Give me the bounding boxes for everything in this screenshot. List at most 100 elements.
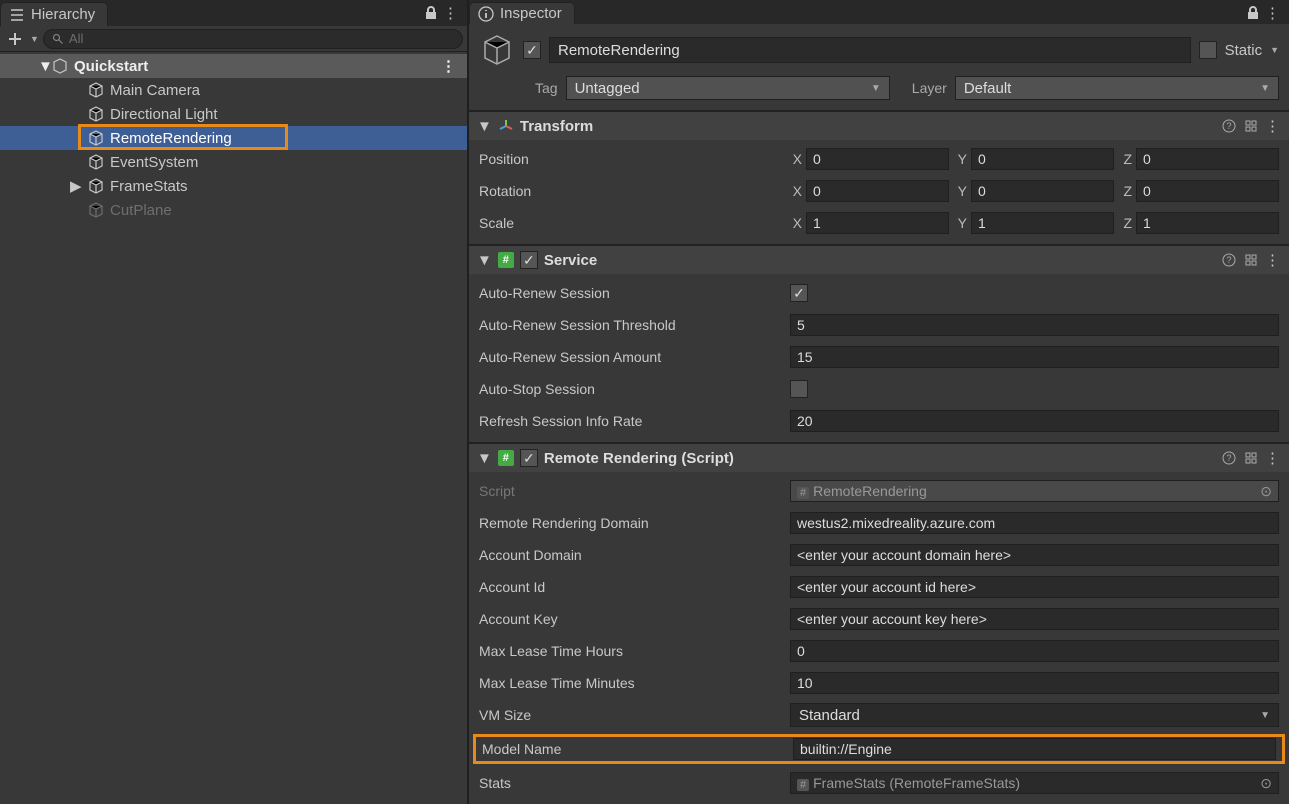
inspector-header: Static ▼ Tag Untagged▼ Layer Default▼ (469, 24, 1289, 110)
lease-minutes-input[interactable]: 10 (790, 672, 1279, 694)
refresh-input[interactable]: 20 (790, 410, 1279, 432)
add-dropdown-icon[interactable]: ▼ (30, 34, 39, 44)
transform-header[interactable]: ▼ Transform ? ⋮ (469, 112, 1289, 140)
hierarchy-panel: Hierarchy ⋮ ▼ All ▼ Quickstart ⋮ Main Ca… (0, 0, 469, 804)
script-icon: # (498, 450, 514, 466)
service-header[interactable]: ▼ # Service ? ⋮ (469, 246, 1289, 274)
rotation-x-input[interactable]: 0 (806, 180, 949, 202)
tag-dropdown[interactable]: Untagged▼ (566, 76, 890, 100)
preset-icon[interactable] (1243, 252, 1259, 268)
component-menu-icon[interactable]: ⋮ (1265, 117, 1281, 135)
script-field[interactable]: #RemoteRendering⊙ (790, 480, 1279, 502)
stats-field[interactable]: #FrameStats (RemoteFrameStats)⊙ (790, 772, 1279, 794)
transform-icon (498, 118, 514, 134)
account-key-input[interactable]: <enter your account key here> (790, 608, 1279, 630)
position-y-input[interactable]: 0 (971, 148, 1114, 170)
hierarchy-item[interactable]: Main Camera (0, 78, 467, 102)
inspector-tab[interactable]: Inspector (469, 2, 575, 24)
inspector-tab-label: Inspector (500, 5, 562, 22)
help-icon[interactable]: ? (1221, 252, 1237, 268)
static-dropdown-icon[interactable]: ▼ (1270, 45, 1279, 55)
item-label: Directional Light (110, 106, 218, 123)
transform-component: ▼ Transform ? ⋮ Position X0 Y0 Z0 Rotati… (469, 110, 1289, 244)
threshold-input[interactable]: 5 (790, 314, 1279, 336)
foldout-icon[interactable]: ▼ (477, 118, 492, 135)
foldout-icon[interactable]: ▼ (477, 252, 492, 269)
search-placeholder: All (69, 31, 83, 46)
gameobject-icon (88, 82, 104, 98)
lock-icon[interactable] (423, 5, 439, 21)
foldout-icon[interactable]: ▶ (70, 177, 82, 195)
domain-input[interactable]: westus2.mixedreality.azure.com (790, 512, 1279, 534)
component-enabled-checkbox[interactable] (520, 251, 538, 269)
vm-size-dropdown[interactable]: Standard▼ (790, 703, 1279, 727)
static-checkbox[interactable] (1199, 41, 1217, 59)
script-icon: # (498, 252, 514, 268)
service-title: Service (544, 252, 1215, 269)
add-icon[interactable] (4, 31, 26, 47)
rotation-z-input[interactable]: 0 (1136, 180, 1279, 202)
scene-menu-icon[interactable]: ⋮ (441, 57, 457, 75)
hierarchy-item[interactable]: ▶ FrameStats (0, 174, 467, 198)
rotation-y-input[interactable]: 0 (971, 180, 1114, 202)
tag-label: Tag (535, 80, 558, 96)
hierarchy-item[interactable]: CutPlane (0, 198, 467, 222)
remote-rendering-header[interactable]: ▼ # Remote Rendering (Script) ? ⋮ (469, 444, 1289, 472)
hierarchy-tab[interactable]: Hierarchy (0, 2, 108, 26)
object-picker-icon[interactable]: ⊙ (1260, 483, 1272, 500)
item-label: FrameStats (110, 178, 188, 195)
lease-hours-input[interactable]: 0 (790, 640, 1279, 662)
auto-stop-checkbox[interactable] (790, 380, 808, 398)
scale-z-input[interactable]: 1 (1136, 212, 1279, 234)
kebab-icon[interactable]: ⋮ (443, 5, 459, 21)
amount-input[interactable]: 15 (790, 346, 1279, 368)
kebab-icon[interactable]: ⋮ (1265, 5, 1281, 21)
hierarchy-tab-bar: Hierarchy ⋮ (0, 0, 467, 26)
active-checkbox[interactable] (523, 41, 541, 59)
svg-text:?: ? (1226, 255, 1231, 265)
gameobject-icon (88, 178, 104, 194)
account-domain-input[interactable]: <enter your account domain here> (790, 544, 1279, 566)
component-enabled-checkbox[interactable] (520, 449, 538, 467)
hierarchy-search[interactable]: All (43, 29, 463, 49)
lock-icon[interactable] (1245, 5, 1261, 21)
item-label: RemoteRendering (110, 130, 232, 147)
model-name-input[interactable]: builtin://Engine (793, 738, 1276, 760)
hierarchy-item[interactable]: EventSystem (0, 150, 467, 174)
object-picker-icon[interactable]: ⊙ (1260, 775, 1272, 792)
foldout-icon[interactable]: ▼ (477, 450, 492, 467)
hierarchy-item[interactable]: RemoteRendering (0, 126, 467, 150)
service-component: ▼ # Service ? ⋮ Auto-Renew Session Auto-… (469, 244, 1289, 442)
hierarchy-item[interactable]: Directional Light (0, 102, 467, 126)
position-z-input[interactable]: 0 (1136, 148, 1279, 170)
layer-dropdown[interactable]: Default▼ (955, 76, 1279, 100)
gameobject-icon (88, 154, 104, 170)
preset-icon[interactable] (1243, 118, 1259, 134)
preset-icon[interactable] (1243, 450, 1259, 466)
search-icon (52, 33, 64, 45)
remote-rendering-component: ▼ # Remote Rendering (Script) ? ⋮ Script… (469, 442, 1289, 804)
scale-y-input[interactable]: 1 (971, 212, 1114, 234)
gameobject-icon[interactable] (479, 32, 515, 68)
position-x-input[interactable]: 0 (806, 148, 949, 170)
account-id-input[interactable]: <enter your account id here> (790, 576, 1279, 598)
scale-x-input[interactable]: 1 (806, 212, 949, 234)
gameobject-icon (88, 202, 104, 218)
scene-row[interactable]: ▼ Quickstart ⋮ (0, 54, 467, 78)
help-icon[interactable]: ? (1221, 450, 1237, 466)
component-menu-icon[interactable]: ⋮ (1265, 251, 1281, 269)
auto-renew-checkbox[interactable] (790, 284, 808, 302)
info-icon (478, 6, 494, 22)
hierarchy-tree: ▼ Quickstart ⋮ Main Camera Directional Li… (0, 52, 467, 804)
help-icon[interactable]: ? (1221, 118, 1237, 134)
svg-text:?: ? (1226, 453, 1231, 463)
object-name-input[interactable] (549, 37, 1191, 63)
svg-text:?: ? (1226, 121, 1231, 131)
transform-title: Transform (520, 118, 1215, 135)
component-menu-icon[interactable]: ⋮ (1265, 449, 1281, 467)
list-icon (9, 7, 25, 23)
static-label: Static (1225, 42, 1263, 59)
item-label: Main Camera (110, 82, 200, 99)
foldout-icon[interactable]: ▼ (38, 58, 50, 75)
gameobject-icon (88, 106, 104, 122)
